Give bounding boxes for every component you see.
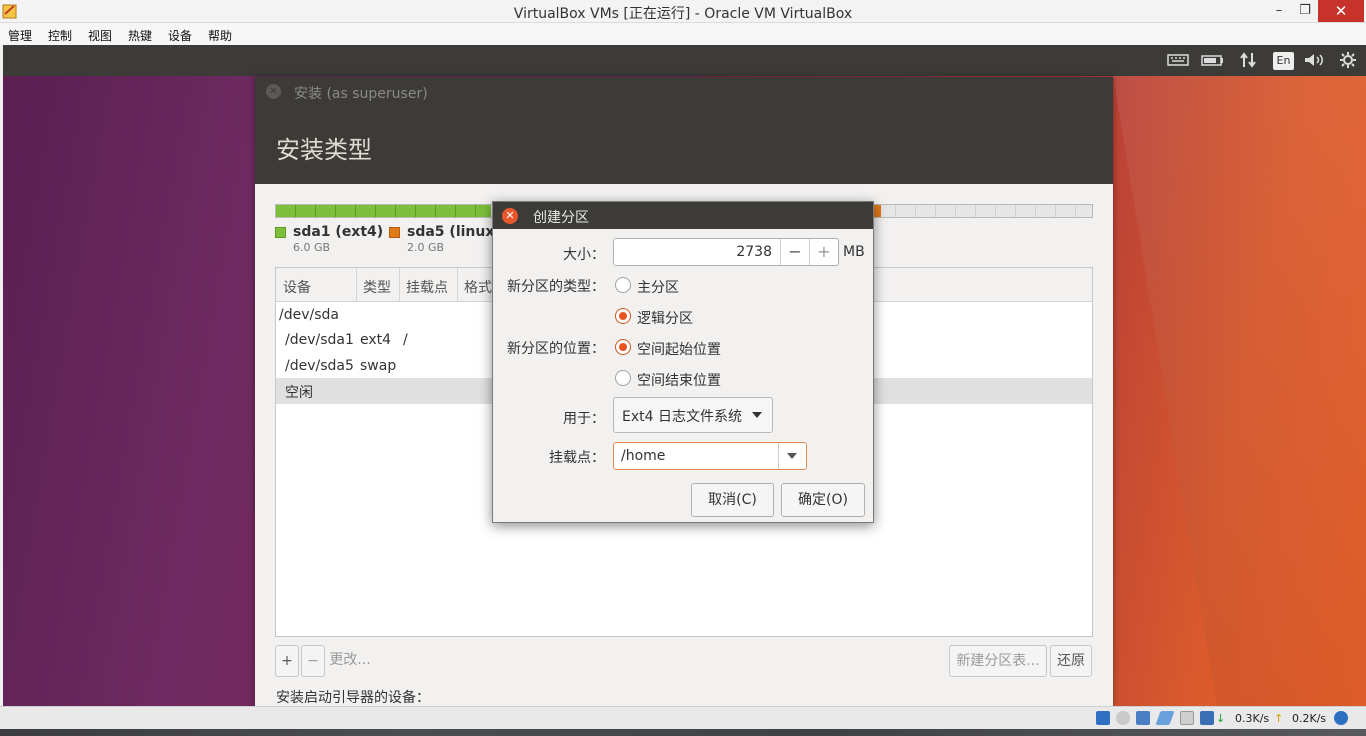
size-stepper[interactable]: 2738 − + — [613, 238, 839, 266]
host-menubar: 管理 控制 视图 热键 设备 帮助 — [0, 23, 1366, 45]
create-partition-dialog: ✕ 创建分区 大小： 2738 − + MB 新分区的类型： 主分区 逻辑分区 … — [492, 201, 874, 523]
chevron-down-icon — [787, 453, 797, 459]
chevron-down-icon — [752, 412, 762, 418]
row-mount: / — [403, 332, 408, 348]
ok-button[interactable]: 确定(O) — [781, 483, 865, 517]
legend-size-sda5: 2.0 GB — [407, 241, 445, 254]
new-partition-table-button[interactable]: 新建分区表... — [949, 645, 1047, 677]
host-titlebar: VirtualBox VMs [正在运行] - Oracle VM Virtua… — [0, 0, 1366, 23]
radio-primary[interactable] — [615, 277, 631, 293]
column-header-type[interactable]: 类型 — [363, 277, 391, 297]
optical-drive-icon[interactable] — [1116, 711, 1130, 725]
row-device: /dev/sda — [279, 307, 339, 323]
guest-top-panel: En — [3, 45, 1366, 76]
revert-button[interactable]: 还原 — [1050, 645, 1092, 677]
boot-loader-label: 安装启动引导器的设备： — [276, 690, 430, 706]
settings-icon[interactable] — [1339, 52, 1357, 68]
desktop-wallpaper-shape — [1113, 76, 1366, 706]
add-partition-button[interactable]: + — [275, 645, 299, 677]
row-device: /dev/sda1 — [285, 332, 354, 348]
change-partition-button[interactable]: 更改... — [325, 645, 375, 677]
language-icon[interactable]: En — [1273, 52, 1294, 70]
radio-end-of-space[interactable] — [615, 370, 631, 386]
close-window-button[interactable]: ✕ — [1318, 0, 1364, 22]
use-as-label: 用于： — [563, 411, 605, 427]
shared-folder-icon[interactable] — [1180, 711, 1194, 725]
legend-size-sda1: 6.0 GB — [293, 241, 331, 254]
radio-logical-label[interactable]: 逻辑分区 — [637, 308, 693, 328]
size-label: 大小： — [563, 247, 605, 263]
mount-point-dropdown-button[interactable] — [778, 443, 806, 469]
battery-icon[interactable] — [1201, 52, 1225, 68]
partition-segment-sda5 — [873, 205, 881, 217]
radio-start-of-space-label[interactable]: 空间起始位置 — [637, 339, 721, 359]
menu-help[interactable]: 帮助 — [208, 27, 232, 44]
installer-header: ✕ 安装 (as superuser) 安装类型 — [255, 77, 1113, 184]
mount-point-label: 挂载点： — [549, 450, 605, 466]
column-header-device[interactable]: 设备 — [283, 277, 311, 297]
download-arrow-icon: ↓ — [1216, 712, 1226, 725]
column-header-format[interactable]: 格式 — [464, 277, 492, 297]
page-title: 安装类型 — [276, 136, 372, 164]
menu-devices[interactable]: 设备 — [168, 27, 192, 44]
network-icon[interactable] — [1239, 52, 1257, 68]
menu-hotkeys[interactable]: 热键 — [128, 27, 152, 44]
partition-location-label: 新分区的位置： — [507, 341, 605, 357]
mount-point-combo[interactable]: /home — [613, 442, 807, 470]
maximize-button[interactable]: ❐ — [1294, 0, 1316, 22]
dialog-title: 创建分区 — [533, 210, 589, 226]
cancel-button[interactable]: 取消(C) — [691, 483, 774, 517]
radio-start-of-space[interactable] — [615, 339, 631, 355]
host-taskbar: ↓ 0.3K/s ↑ 0.2K/s — [0, 706, 1366, 736]
filesystem-select-value: Ext4 日志文件系统 — [622, 409, 742, 425]
display-icon[interactable] — [1200, 711, 1214, 725]
row-device: 空闲 — [285, 385, 313, 401]
menu-manage[interactable]: 管理 — [8, 27, 32, 44]
partition-type-label: 新分区的类型： — [507, 279, 605, 295]
filesystem-select[interactable]: Ext4 日志文件系统 — [613, 397, 773, 433]
row-type: swap — [360, 358, 397, 374]
row-type: ext4 — [360, 332, 392, 348]
host-window-title: VirtualBox VMs [正在运行] - Oracle VM Virtua… — [513, 6, 853, 22]
minimize-button[interactable]: – — [1268, 0, 1290, 22]
download-speed: 0.3K/s — [1235, 712, 1270, 725]
menu-view[interactable]: 视图 — [88, 27, 112, 44]
keyboard-icon[interactable] — [1167, 52, 1189, 68]
dialog-titlebar: ✕ 创建分区 — [493, 202, 873, 229]
radio-primary-label[interactable]: 主分区 — [637, 277, 679, 297]
size-increment-button[interactable]: + — [809, 239, 838, 265]
upload-arrow-icon: ↑ — [1274, 712, 1284, 725]
installer-close-icon[interactable]: ✕ — [266, 84, 281, 99]
volume-icon[interactable] — [1303, 52, 1325, 68]
usb-icon[interactable] — [1155, 711, 1175, 725]
menu-control[interactable]: 控制 — [48, 27, 72, 44]
legend-name-sda1: sda1 (ext4) — [293, 224, 384, 240]
vbox-hdd-icon[interactable] — [1096, 711, 1110, 725]
radio-end-of-space-label[interactable]: 空间结束位置 — [637, 370, 721, 390]
upload-speed: 0.2K/s — [1292, 712, 1327, 725]
remove-partition-button[interactable]: − — [301, 645, 325, 677]
size-decrement-button[interactable]: − — [780, 239, 809, 265]
size-input[interactable]: 2738 — [614, 244, 772, 260]
legend-swatch-sda1 — [275, 227, 286, 238]
partition-segment-sda1 — [276, 205, 491, 217]
network-adapter-icon[interactable] — [1136, 711, 1150, 725]
installer-window-title: 安装 (as superuser) — [294, 86, 428, 102]
dialog-close-icon[interactable]: ✕ — [502, 208, 518, 224]
radio-logical[interactable] — [615, 308, 631, 324]
size-unit: MB — [843, 244, 865, 260]
mount-point-input[interactable]: /home — [621, 448, 665, 464]
legend-swatch-sda5 — [389, 227, 400, 238]
row-device: /dev/sda5 — [285, 358, 354, 374]
taskbar-strip — [0, 729, 1366, 736]
column-header-mount[interactable]: 挂载点 — [406, 277, 448, 297]
add-icon[interactable] — [1334, 711, 1348, 725]
